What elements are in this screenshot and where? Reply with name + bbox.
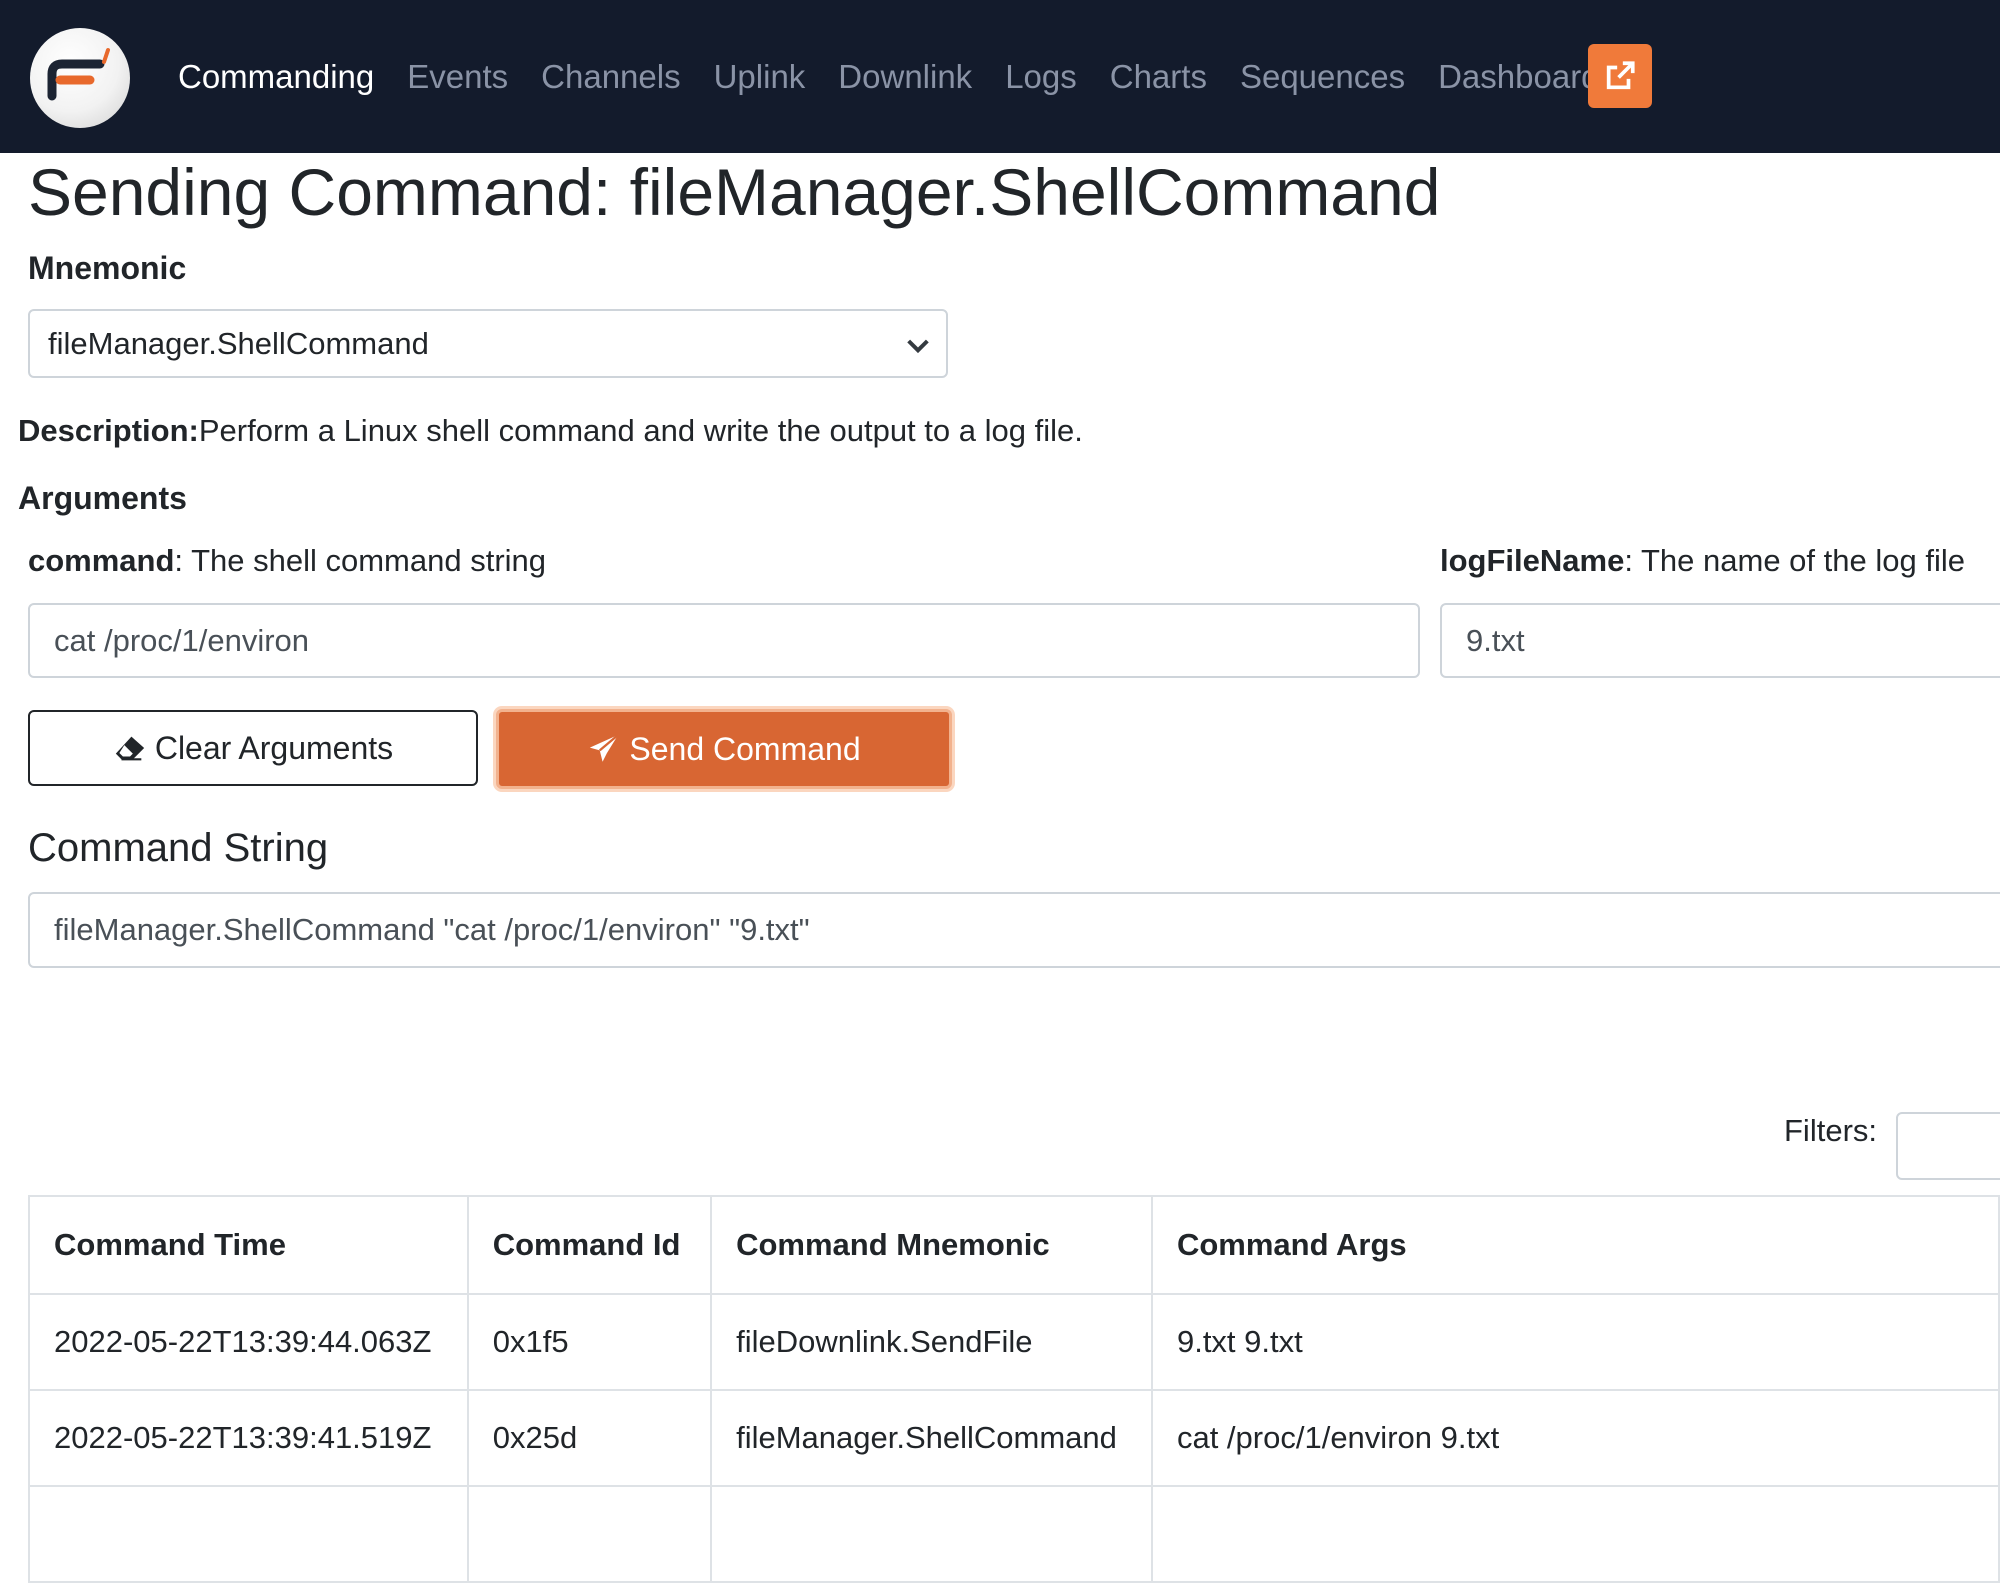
header-command-args[interactable]: Command Args (1150, 1195, 2000, 1295)
external-link-icon (1606, 61, 1635, 90)
mnemonic-selected-value: fileManager.ShellCommand (48, 326, 429, 361)
mnemonic-label: Mnemonic (28, 250, 187, 286)
cell-command-id: 0x25d (466, 1389, 713, 1487)
arg-logfilename-label: logFileName: The name of the log file (1440, 543, 1965, 579)
table-row[interactable] (28, 1485, 2000, 1583)
description-label: Description: (18, 413, 199, 448)
nav-uplink[interactable]: Uplink (714, 52, 806, 102)
cell-command-args: 9.txt 9.txt (1150, 1293, 2000, 1391)
arg-command-desc: : The shell command string (174, 543, 547, 578)
table-row[interactable]: 2022-05-22T13:39:41.519Z 0x25d fileManag… (28, 1389, 2000, 1487)
nav-commanding[interactable]: Commanding (178, 52, 374, 102)
filters-label: Filters: (1784, 1113, 1877, 1148)
header-command-time[interactable]: Command Time (28, 1195, 469, 1295)
arg-command-label: command: The shell command string (28, 543, 546, 579)
filters-input[interactable] (1896, 1112, 2000, 1180)
arg-logfilename-input[interactable]: 9.txt (1440, 603, 2000, 678)
arg-command-input[interactable]: cat /proc/1/environ (28, 603, 1420, 678)
arg-command-name: command (28, 543, 175, 578)
clear-arguments-label: Clear Arguments (154, 729, 394, 766)
send-command-label: Send Command (629, 730, 861, 767)
nav-charts[interactable]: Charts (1110, 52, 1207, 102)
external-link-button[interactable] (1588, 44, 1652, 108)
header-command-mnemonic[interactable]: Command Mnemonic (710, 1195, 1153, 1295)
description-text: Perform a Linux shell command and write … (198, 413, 1083, 448)
table-row[interactable]: 2022-05-22T13:39:44.063Z 0x1f5 fileDownl… (28, 1293, 2000, 1391)
fprime-logo[interactable] (30, 28, 130, 128)
nav-logs[interactable]: Logs (1005, 52, 1077, 102)
clear-arguments-button[interactable]: Clear Arguments (28, 710, 478, 786)
command-description: Description:Perform a Linux shell comman… (18, 413, 1083, 449)
command-string-field[interactable]: fileManager.ShellCommand "cat /proc/1/en… (28, 892, 2000, 968)
paper-plane-icon (590, 733, 620, 762)
eraser-icon (115, 736, 144, 761)
nav-events[interactable]: Events (407, 52, 508, 102)
cell-command-mnemonic: fileManager.ShellCommand (710, 1389, 1153, 1487)
nav-dashboard[interactable]: Dashboard (1438, 52, 1599, 102)
fprime-logo-mark (47, 48, 110, 101)
chevron-down-icon (907, 339, 929, 354)
cell-command-id: 0x1f5 (466, 1293, 713, 1391)
nav-downlink[interactable]: Downlink (838, 52, 972, 102)
arguments-heading: Arguments (18, 480, 187, 516)
cell-command-time: 2022-05-22T13:39:44.063Z (28, 1293, 469, 1391)
page-title: Sending Command: fileManager.ShellComman… (28, 155, 1441, 229)
mnemonic-select[interactable]: fileManager.ShellCommand (28, 309, 948, 378)
header-command-id[interactable]: Command Id (466, 1195, 713, 1295)
command-string-title: Command String (28, 826, 329, 870)
arg-logfilename-name: logFileName (1440, 543, 1625, 578)
cell-command-time (28, 1485, 469, 1583)
cell-command-time: 2022-05-22T13:39:41.519Z (28, 1389, 469, 1487)
command-history-table: Command Time Command Id Command Mnemonic… (28, 1195, 2000, 1583)
top-navbar: Commanding Events Channels Uplink Downli… (0, 0, 2000, 153)
table-header-row: Command Time Command Id Command Mnemonic… (28, 1195, 2000, 1295)
nav-sequences[interactable]: Sequences (1240, 52, 1405, 102)
cell-command-args: cat /proc/1/environ 9.txt (1150, 1389, 2000, 1487)
arg-logfilename-desc: : The name of the log file (1624, 543, 1965, 578)
cell-command-mnemonic: fileDownlink.SendFile (710, 1293, 1153, 1391)
nav-channels[interactable]: Channels (541, 52, 680, 102)
send-command-button[interactable]: Send Command (496, 709, 952, 789)
cell-command-id (466, 1485, 713, 1583)
nav-links: Commanding Events Channels Uplink Downli… (178, 52, 1633, 102)
cell-command-args (1150, 1485, 2000, 1583)
cell-command-mnemonic (710, 1485, 1153, 1583)
